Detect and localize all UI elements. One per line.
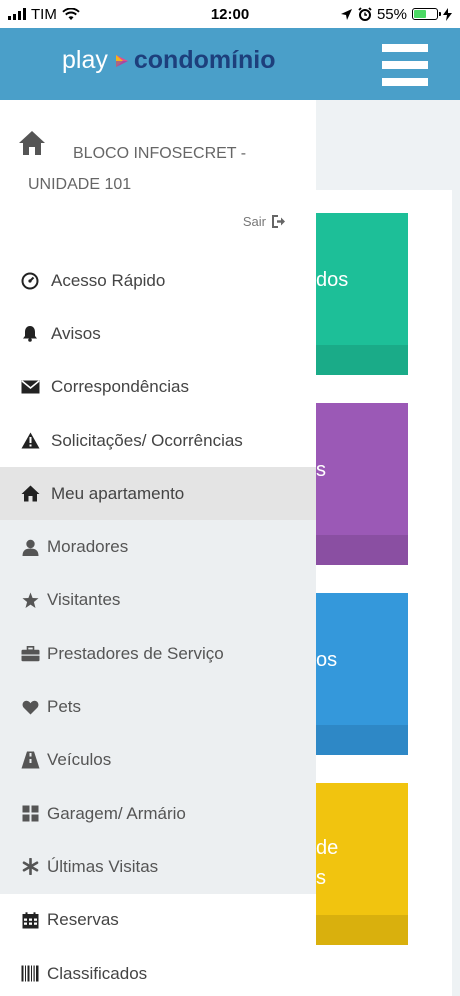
battery-icon (412, 8, 441, 20)
menu-item-label: Pets (47, 697, 82, 717)
menu-item-label: Acesso Rápido (51, 270, 166, 290)
tile-footer (316, 915, 408, 945)
speedometer-icon (20, 271, 40, 291)
menu-item-label: Últimas Visitas (47, 856, 159, 876)
user-icon (20, 537, 40, 557)
hamburger-menu-icon[interactable] (382, 44, 428, 86)
dashboard-tile[interactable]: de s (316, 783, 408, 945)
cellular-signal-icon (8, 8, 26, 20)
tile-footer (316, 725, 408, 755)
tile-label: os (316, 649, 338, 671)
barcode-icon (20, 964, 40, 984)
menu-item-correspondencias[interactable]: Correspondências (0, 361, 316, 414)
menu-item-ultimas-visitas[interactable]: Últimas Visitas (0, 840, 316, 894)
envelope-icon (20, 377, 40, 397)
tile-label-line2: s (316, 867, 326, 889)
alarm-clock-icon (358, 7, 372, 21)
home-icon (20, 484, 40, 504)
menu-item-label: Garagem/ Armário (47, 803, 186, 823)
menu-item-visitantes[interactable]: Visitantes (0, 573, 316, 628)
status-left: TIM (8, 6, 80, 23)
tile-label: s (316, 459, 326, 481)
logout-label: Sair (242, 214, 266, 229)
menu-item-avisos[interactable]: Avisos (0, 307, 316, 360)
menu-item-pets[interactable]: Pets (0, 680, 316, 734)
logo-play-text: play (62, 46, 108, 74)
play-triangle-logo-icon (115, 54, 128, 67)
tile-label: dos (316, 269, 349, 291)
menu-item-reservas[interactable]: Reservas (0, 894, 316, 947)
briefcase-icon (20, 644, 40, 664)
tile-label: de (316, 837, 339, 859)
dashboard-tile[interactable]: s (316, 403, 408, 565)
asterisk-icon (20, 857, 40, 877)
heart-icon (20, 697, 40, 717)
status-right: 55% (340, 6, 452, 23)
star-icon (20, 590, 40, 610)
bell-icon (20, 324, 40, 344)
warning-icon (20, 431, 40, 451)
dashboard-tile[interactable]: dos (316, 213, 408, 375)
road-icon (20, 750, 40, 770)
grid-icon (20, 804, 40, 824)
menu-item-label: Correspondências (51, 377, 189, 397)
menu-item-classificados[interactable]: Classificados (0, 947, 316, 996)
menu-item-label: Prestadores de Serviço (47, 643, 224, 663)
calendar-icon (20, 910, 40, 930)
menu-item-moradores[interactable]: Moradores (0, 520, 316, 574)
menu-item-solicitacoes-ocorrencias[interactable]: Solicitações/ Ocorrências (0, 414, 316, 467)
location-arrow-icon (340, 8, 352, 20)
wifi-icon (62, 7, 80, 20)
logo-name-text: condomínio (133, 46, 276, 74)
menu-item-veiculos[interactable]: Veículos (0, 733, 316, 787)
menu-item-label: Reservas (47, 910, 119, 930)
menu-item-label: Veículos (47, 750, 112, 770)
status-bar: TIM 12:00 55% (0, 0, 460, 28)
menu-item-prestadores-de-servico[interactable]: Prestadores de Serviço (0, 627, 316, 681)
menu-item-label: Meu apartamento (51, 483, 185, 503)
navigation-drawer: BLOCO INFOSECRET - UNIDADE 101 Sair Aces… (0, 100, 316, 996)
menu-item-label: Classificados (47, 963, 148, 983)
logout-button[interactable]: Sair (243, 214, 286, 229)
carrier-label: TIM (31, 5, 57, 23)
tile-footer (316, 345, 408, 375)
menu-item-label: Moradores (47, 537, 129, 557)
app-header: play condomínio (0, 28, 460, 100)
dashboard-tile[interactable]: os (316, 593, 408, 755)
app-logo: play condomínio (62, 46, 276, 75)
menu-item-acesso-rapido[interactable]: Acesso Rápido (0, 254, 316, 307)
sign-out-icon (272, 215, 285, 228)
charging-bolt-icon (443, 7, 452, 21)
battery-percent: 55% (376, 5, 407, 23)
menu-item-label: Visitantes (47, 590, 121, 610)
menu-item-meu-apartamento[interactable]: Meu apartamento (0, 467, 316, 521)
unit-label: BLOCO INFOSECRET - UNIDADE 101 (28, 145, 247, 193)
menu-item-garagem-armario[interactable]: Garagem/ Armário (0, 786, 316, 841)
tile-footer (316, 535, 408, 565)
drawer-menu: Acesso Rápido Avisos Correspondências Solic… (0, 254, 316, 996)
menu-item-label: Avisos (51, 323, 101, 343)
menu-item-label: Solicitações/ Ocorrências (51, 430, 243, 450)
